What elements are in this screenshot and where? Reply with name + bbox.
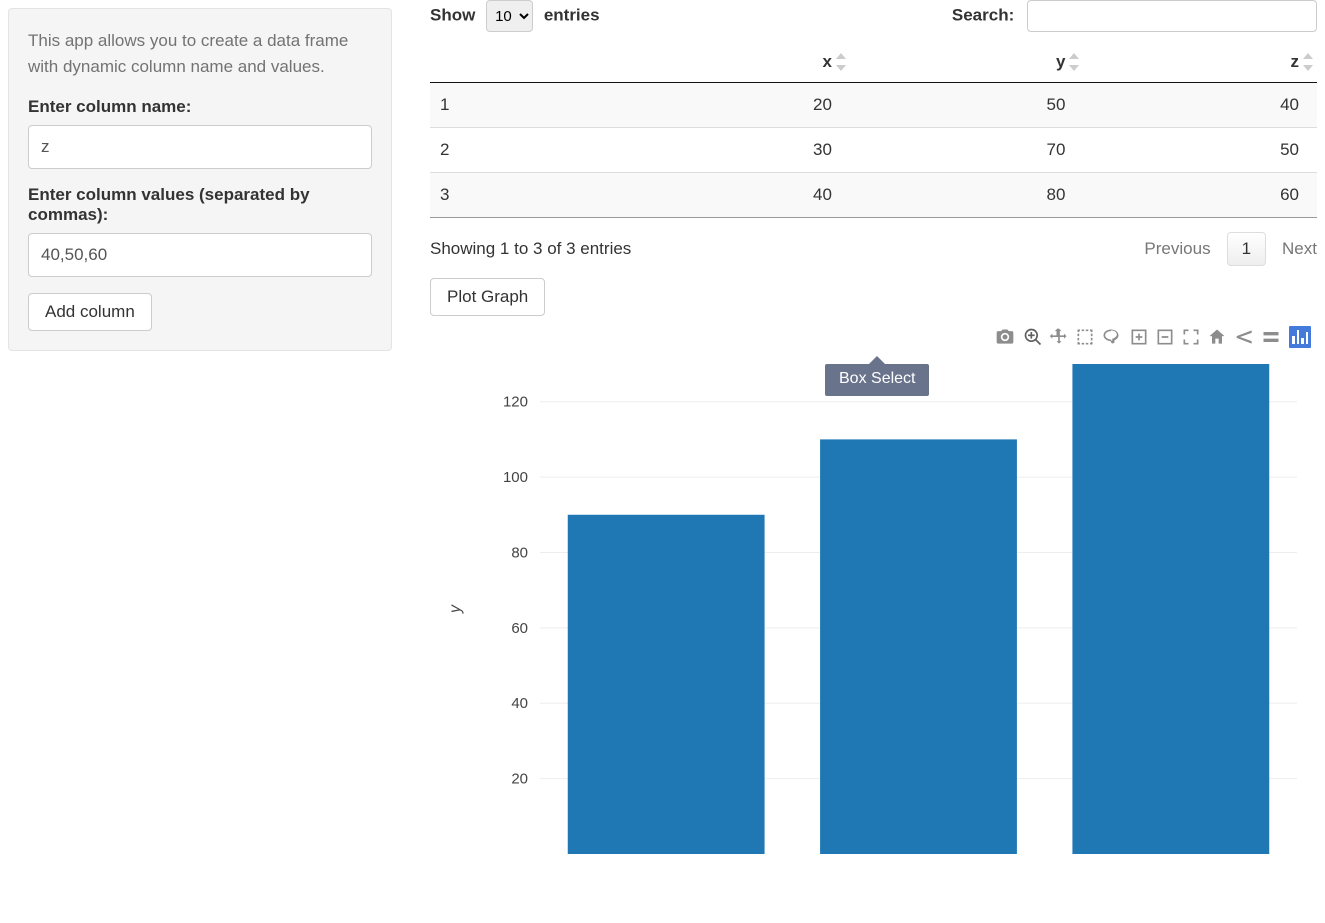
autoscale-icon[interactable] bbox=[1181, 327, 1201, 347]
add-column-button[interactable]: Add column bbox=[28, 293, 152, 331]
zoom-in-icon[interactable] bbox=[1129, 327, 1149, 347]
app-viewport[interactable]: This app allows you to create a data fra… bbox=[0, 0, 1325, 923]
table-row: 3 40 80 60 bbox=[430, 173, 1317, 218]
lasso-select-icon[interactable] bbox=[1101, 327, 1121, 347]
datatable-footer: Showing 1 to 3 of 3 entries Previous 1 N… bbox=[430, 232, 1317, 266]
col-header-z[interactable]: z bbox=[1083, 42, 1317, 83]
prev-page-button[interactable]: Previous bbox=[1144, 239, 1210, 259]
svg-text:80: 80 bbox=[511, 544, 528, 561]
col-header-y[interactable]: y bbox=[850, 42, 1084, 83]
table-row: 1 20 50 40 bbox=[430, 83, 1317, 128]
pager: Previous 1 Next bbox=[1144, 232, 1317, 266]
help-text: This app allows you to create a data fra… bbox=[28, 28, 372, 79]
show-suffix: entries bbox=[544, 6, 600, 25]
search-label: Search: bbox=[952, 6, 1014, 25]
reset-axes-icon[interactable] bbox=[1207, 327, 1227, 347]
svg-text:40: 40 bbox=[511, 695, 528, 712]
show-prefix: Show bbox=[430, 6, 475, 25]
modebar-tooltip: Box Select bbox=[825, 364, 929, 396]
plotly-modebar bbox=[995, 326, 1311, 348]
colname-input[interactable] bbox=[28, 125, 372, 169]
camera-icon[interactable] bbox=[995, 327, 1015, 347]
plotly-logo-icon[interactable] bbox=[1289, 326, 1311, 348]
search-input[interactable] bbox=[1027, 0, 1317, 32]
table-row: 2 30 70 50 bbox=[430, 128, 1317, 173]
svg-text:20: 20 bbox=[511, 771, 528, 788]
bar-chart[interactable]: 20 40 60 80 100 120 y bbox=[430, 324, 1317, 854]
svg-text:60: 60 bbox=[511, 620, 528, 637]
hover-compare-icon[interactable] bbox=[1261, 327, 1281, 347]
page-size-select[interactable]: 10 bbox=[486, 0, 533, 32]
sidebar-panel: This app allows you to create a data fra… bbox=[8, 8, 392, 351]
plot-container: Box Select 20 40 60 80 100 120 y bbox=[430, 324, 1317, 854]
colvals-input[interactable] bbox=[28, 233, 372, 277]
svg-text:100: 100 bbox=[503, 469, 528, 486]
col-header-index[interactable] bbox=[430, 42, 616, 83]
colname-label: Enter column name: bbox=[28, 97, 372, 117]
plot-graph-button[interactable]: Plot Graph bbox=[430, 278, 545, 316]
page-number-button[interactable]: 1 bbox=[1227, 232, 1266, 266]
search-control: Search: bbox=[952, 0, 1317, 32]
data-table: x y z 1 20 50 40 2 30 70 50 bbox=[430, 42, 1317, 218]
zoom-out-icon[interactable] bbox=[1155, 327, 1175, 347]
svg-text:120: 120 bbox=[503, 394, 528, 411]
col-header-x[interactable]: x bbox=[616, 42, 850, 83]
datatable-topbar: Show 10 entries Search: bbox=[430, 0, 1317, 32]
colvals-label: Enter column values (separated by commas… bbox=[28, 185, 372, 225]
pan-icon[interactable] bbox=[1049, 327, 1069, 347]
box-select-icon[interactable] bbox=[1075, 327, 1095, 347]
sort-icon bbox=[836, 53, 846, 71]
spike-lines-icon[interactable] bbox=[1235, 327, 1255, 347]
next-page-button[interactable]: Next bbox=[1282, 239, 1317, 259]
zoom-icon[interactable] bbox=[1023, 327, 1043, 347]
sort-icon bbox=[1303, 53, 1313, 71]
svg-text:y: y bbox=[447, 604, 464, 614]
table-info: Showing 1 to 3 of 3 entries bbox=[430, 239, 631, 259]
sort-icon bbox=[1069, 53, 1079, 71]
entries-length-control: Show 10 entries bbox=[430, 0, 600, 32]
